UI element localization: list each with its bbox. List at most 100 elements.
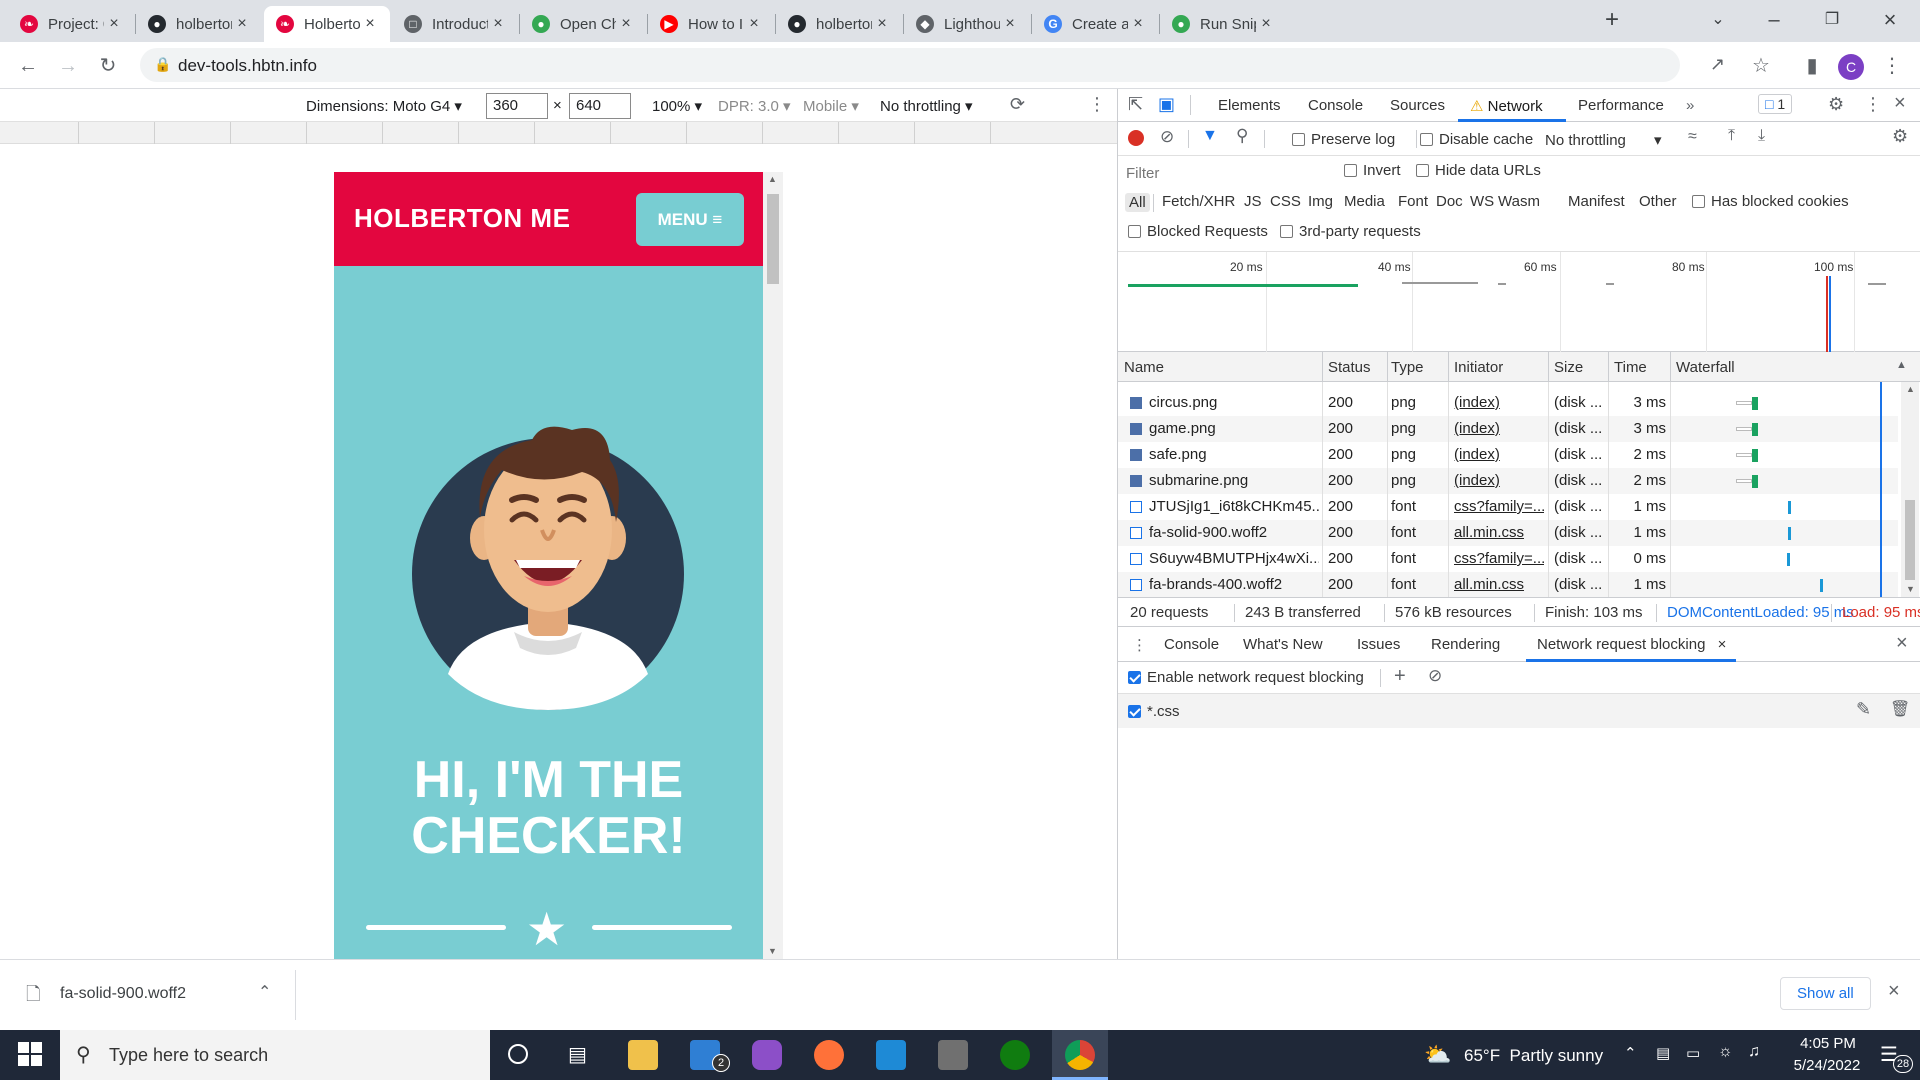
settings-gear-icon[interactable]: ⚙	[1828, 94, 1844, 115]
media-query-ruler[interactable]	[0, 122, 1117, 144]
drawer-tab-rendering[interactable]: Rendering	[1431, 636, 1500, 653]
tab-sources[interactable]: Sources	[1390, 97, 1445, 114]
new-tab-button[interactable]: +	[1598, 6, 1626, 34]
clock-date[interactable]: 5/24/2022	[1782, 1057, 1872, 1074]
close-tab-icon[interactable]: ×	[360, 15, 380, 33]
drawer-tab-issues[interactable]: Issues	[1357, 636, 1400, 653]
filter-type-wasm[interactable]: Wasm	[1498, 193, 1540, 210]
chrome-taskbar-active[interactable]	[1052, 1030, 1108, 1080]
filter-type-font[interactable]: Font	[1398, 193, 1428, 210]
network-settings-icon[interactable]: ⚙	[1892, 126, 1908, 147]
browser-tab[interactable]: □ Introductior×	[392, 6, 518, 42]
col-name[interactable]: Name	[1124, 359, 1164, 376]
drawer-tab-whats-new[interactable]: What's New	[1243, 636, 1323, 653]
cell-initiator[interactable]: (index)	[1454, 472, 1544, 489]
filter-type-manifest[interactable]: Manifest	[1568, 193, 1625, 210]
profile-avatar[interactable]: C	[1838, 54, 1864, 80]
col-waterfall[interactable]: Waterfall	[1676, 359, 1735, 376]
cell-initiator[interactable]: all.min.css	[1454, 576, 1544, 593]
filter-type-other[interactable]: Other	[1639, 193, 1677, 210]
menu-button[interactable]: MENU ≡	[636, 193, 744, 246]
close-tab-icon[interactable]: ×	[488, 15, 508, 33]
throttling-select[interactable]: No throttling ▾	[880, 97, 973, 115]
download-chevron-up-icon[interactable]: ⌃	[258, 982, 271, 1002]
cell-initiator[interactable]: (index)	[1454, 420, 1544, 437]
tab-search-icon[interactable]: ⌄	[1704, 6, 1732, 34]
filter-funnel-icon[interactable]: ▼	[1202, 127, 1218, 145]
tray-wifi-icon[interactable]: ☼	[1718, 1043, 1733, 1061]
delete-pattern-icon[interactable]: 🗑	[1890, 699, 1910, 719]
close-tab-icon[interactable]: ×	[1256, 15, 1276, 33]
inspect-element-icon[interactable]: ⇱	[1128, 94, 1143, 115]
taskbar-search-box[interactable]: ⚲ Type here to search	[60, 1030, 490, 1080]
blocked-pattern-checkbox[interactable]: *.css	[1128, 703, 1180, 720]
table-row[interactable]: fa-brands-400.woff2 200 font all.min.css (di…	[1118, 572, 1898, 597]
cell-initiator[interactable]: css?family=...	[1454, 550, 1544, 567]
remove-all-patterns-icon[interactable]: ⊘	[1428, 666, 1442, 686]
close-drawer-icon[interactable]: ×	[1896, 632, 1908, 655]
drawer-menu-icon[interactable]: ⋮	[1132, 636, 1147, 654]
bookmark-star-icon[interactable]: ☆	[1752, 53, 1770, 78]
col-type[interactable]: Type	[1391, 359, 1424, 376]
more-tabs-icon[interactable]: »	[1686, 97, 1694, 114]
close-tab-icon[interactable]: ×	[744, 15, 764, 33]
device-toggle-icon[interactable]: ▣	[1158, 94, 1175, 115]
drawer-tab-network-request-blocking[interactable]: Network request blocking ×	[1537, 636, 1726, 653]
has-blocked-cookies-checkbox[interactable]: Has blocked cookies	[1692, 193, 1849, 210]
minimize-window-button[interactable]: –	[1760, 6, 1788, 34]
height-input[interactable]: 640	[569, 93, 631, 119]
app-camera-icon[interactable]	[752, 1040, 782, 1070]
blocked-pattern-row[interactable]: *.css ✎ 🗑	[1118, 694, 1920, 728]
zoom-select[interactable]: 100% ▾	[652, 97, 702, 115]
enable-request-blocking-checkbox[interactable]: Enable network request blocking	[1128, 669, 1364, 686]
filter-type-js[interactable]: JS	[1244, 193, 1262, 210]
hide-data-urls-checkbox[interactable]: Hide data URLs	[1416, 162, 1541, 179]
maximize-window-button[interactable]: ❐	[1818, 6, 1846, 34]
calculator-icon[interactable]	[938, 1040, 968, 1070]
close-tab-icon[interactable]: ×	[104, 15, 124, 33]
cortana-icon[interactable]	[508, 1044, 528, 1064]
third-party-requests-checkbox[interactable]: 3rd-party requests	[1280, 223, 1421, 240]
close-download-bar-icon[interactable]: ×	[1888, 980, 1900, 1003]
tab-console[interactable]: Console	[1308, 97, 1363, 114]
tab-network[interactable]: ⚠ Network	[1470, 97, 1543, 115]
weather-text[interactable]: 65°F Partly sunny	[1464, 1046, 1603, 1066]
tray-network-icon[interactable]: ▤	[1656, 1044, 1670, 1062]
downloaded-file-name[interactable]: fa-solid-900.woff2	[60, 985, 186, 1003]
filter-input[interactable]	[1122, 162, 1328, 184]
weather-icon[interactable]: ⛅	[1424, 1042, 1451, 1068]
cell-initiator[interactable]: (index)	[1454, 446, 1544, 463]
browser-tab[interactable]: G Create a ne×	[1032, 6, 1158, 42]
close-drawer-tab-icon[interactable]: ×	[1718, 636, 1727, 653]
device-scrollbar-thumb[interactable]	[767, 194, 779, 284]
browser-tab[interactable]: ❧ Project: 0x0×	[8, 6, 134, 42]
import-har-icon[interactable]: ⤒	[1728, 127, 1735, 145]
dimensions-select[interactable]: Dimensions: Moto G4 ▾	[306, 97, 462, 115]
table-row[interactable]: JTUSjIg1_i6t8kCHKm45... 200 font css?family…	[1118, 494, 1898, 520]
close-tab-icon[interactable]: ×	[232, 15, 252, 33]
network-throttling-select[interactable]: No throttling ▾	[1545, 131, 1662, 149]
close-devtools-icon[interactable]: ×	[1894, 92, 1906, 115]
close-tab-icon[interactable]: ×	[616, 15, 636, 33]
browser-tab[interactable]: ● Run Snippe×	[1160, 6, 1286, 42]
xbox-icon[interactable]	[1000, 1040, 1030, 1070]
firefox-icon[interactable]	[814, 1040, 844, 1070]
file-explorer-icon[interactable]	[628, 1040, 658, 1070]
sort-ascending-icon[interactable]: ▲	[1896, 359, 1907, 371]
network-overview-timeline[interactable]: 20 ms 40 ms 60 ms 80 ms 100 ms	[1118, 252, 1920, 352]
table-row[interactable]: submarine.png 200 png (index) (disk ... 2 ms	[1118, 468, 1898, 494]
network-conditions-icon[interactable]: ≈	[1688, 128, 1697, 146]
more-options-icon[interactable]: ⋮	[1088, 94, 1106, 115]
browser-tab[interactable]: ❧ Holberton S×	[264, 6, 390, 42]
filter-type-ws[interactable]: WS	[1470, 193, 1494, 210]
drawer-tab-console[interactable]: Console	[1164, 636, 1219, 653]
table-row[interactable]: fa-solid-900.woff2 200 font all.min.css (dis…	[1118, 520, 1898, 546]
cell-initiator[interactable]: (index)	[1454, 394, 1544, 411]
close-tab-icon[interactable]: ×	[1000, 15, 1020, 33]
blocked-requests-checkbox[interactable]: Blocked Requests	[1128, 223, 1268, 240]
col-size[interactable]: Size	[1554, 359, 1583, 376]
close-tab-icon[interactable]: ×	[872, 15, 892, 33]
filter-type-all[interactable]: All	[1125, 193, 1150, 212]
chrome-menu-icon[interactable]: ⋮	[1878, 52, 1906, 80]
task-view-icon[interactable]: ▤	[568, 1042, 587, 1067]
